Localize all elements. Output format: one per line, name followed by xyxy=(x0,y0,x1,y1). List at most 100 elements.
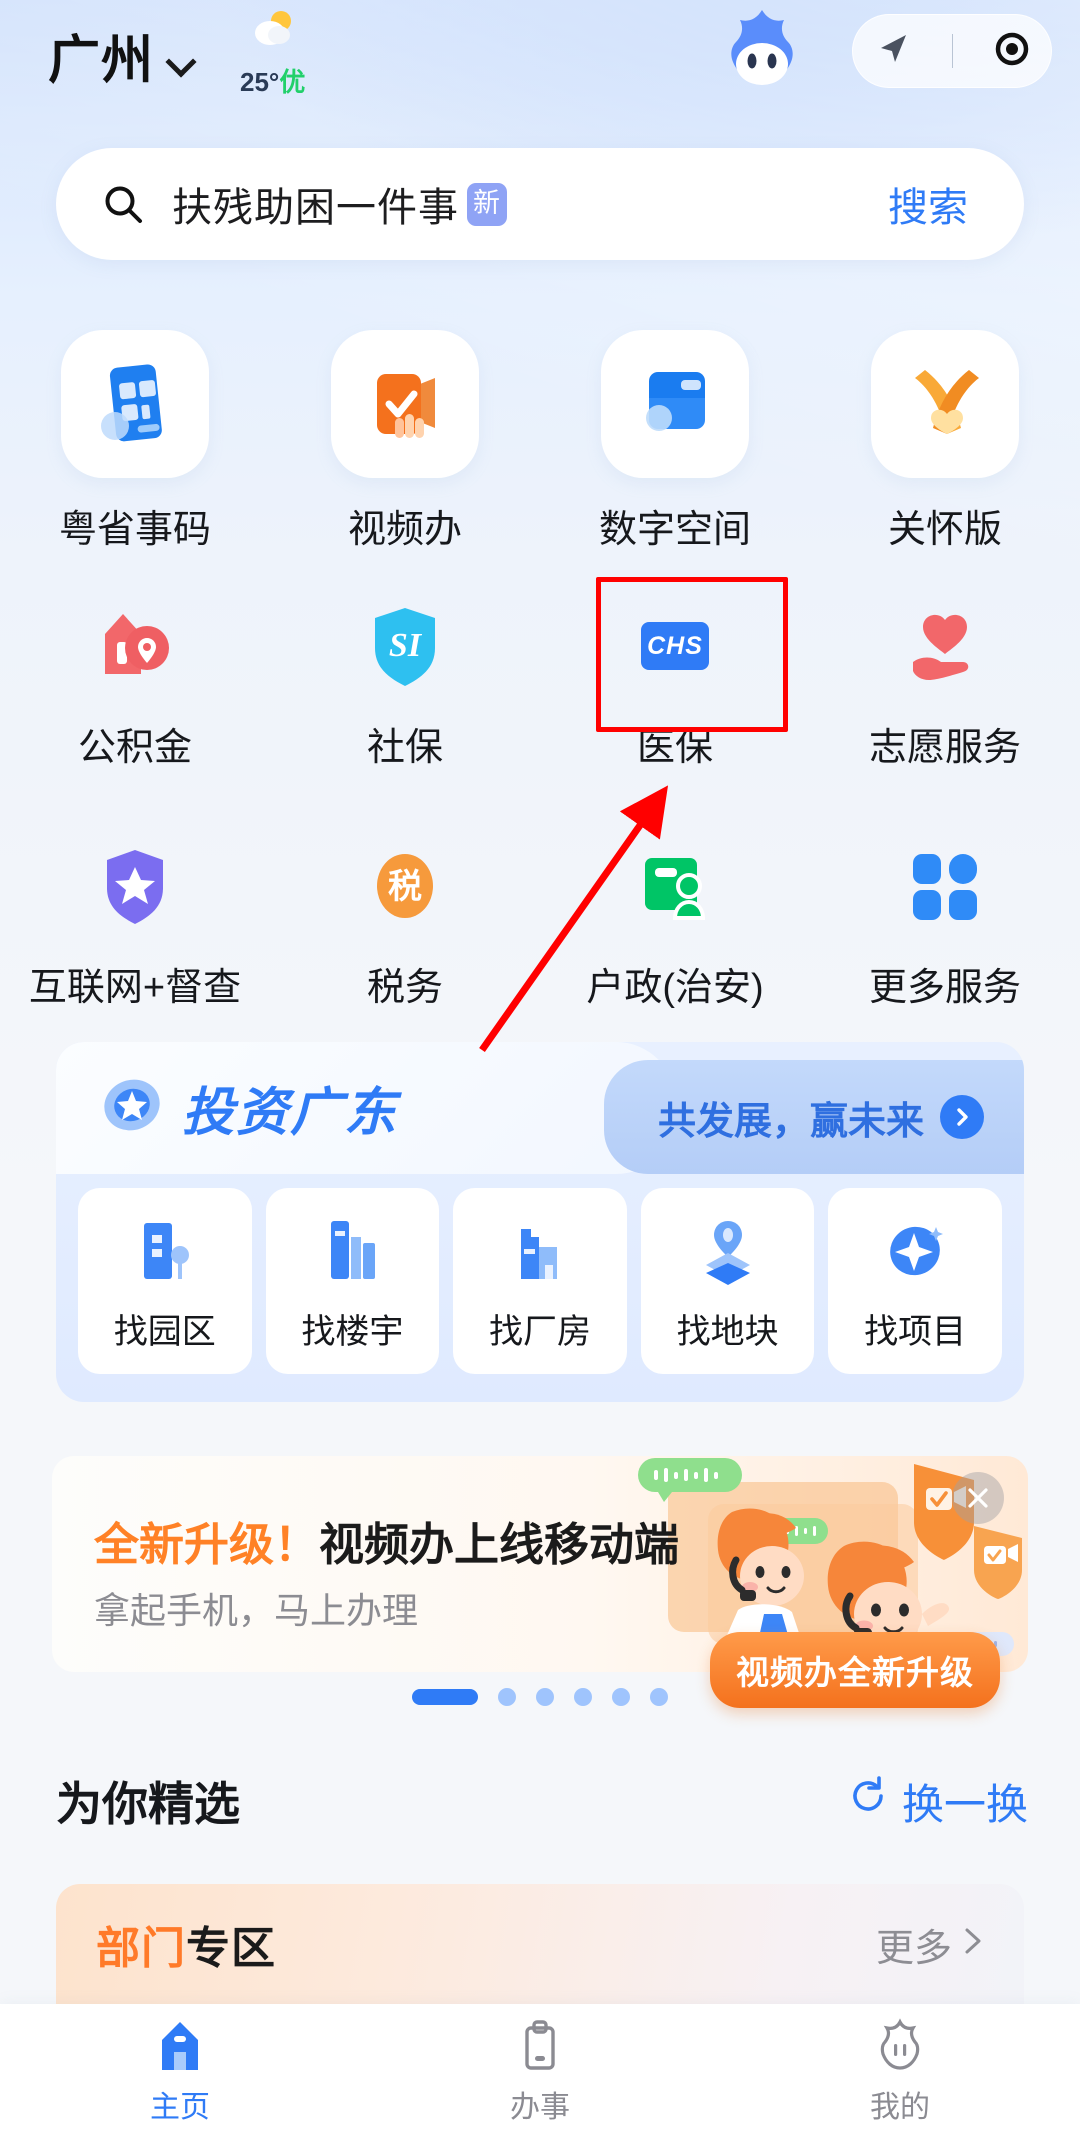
invest-cta-button[interactable]: 共发展，赢未来 xyxy=(604,1060,1024,1174)
quick-item-video-service[interactable]: 视频办 xyxy=(270,330,540,553)
search-button[interactable]: 搜索 xyxy=(888,175,968,233)
miniprogram-capsule[interactable] xyxy=(852,14,1052,88)
invest-item-factory[interactable]: 找厂房 xyxy=(453,1188,627,1374)
carousel-dot[interactable] xyxy=(498,1688,516,1706)
invest-logo-icon xyxy=(100,1073,164,1142)
quick-item-internet-supervision[interactable]: 互联网+督查 xyxy=(0,815,270,1033)
quick-item-label: 医保 xyxy=(636,726,713,769)
carousel-dot[interactable] xyxy=(536,1688,554,1706)
quick-item-label: 数字空间 xyxy=(598,509,751,551)
invest-item-list: 找园区 找楼宇 找厂房 找地块 找项目 xyxy=(56,1174,1024,1374)
chevron-down-icon xyxy=(168,49,192,73)
quick-item-label: 关怀版 xyxy=(887,509,1002,551)
search-bar[interactable]: 扶残助困一件事 新 搜索 xyxy=(56,148,1024,260)
promo-subtitle: 拿起手机，马上办理 xyxy=(94,1590,419,1631)
quick-item-label: 粤省事码 xyxy=(58,509,211,551)
invest-guangdong-banner[interactable]: 投资广东 共发展，赢未来 找园区 找楼宇 找厂房 找地块 找项目 xyxy=(56,1042,1024,1402)
carousel-dot[interactable] xyxy=(650,1688,668,1706)
quick-grid-row-3: 互联网+督查 税 税务 户政(治安) 更多服务 xyxy=(0,815,1080,1033)
bottom-tab-bar: 主页 办事 我的 xyxy=(0,2004,1080,2142)
target-circle-icon[interactable] xyxy=(992,29,1032,74)
quick-item-more-services[interactable]: 更多服务 xyxy=(810,815,1080,1033)
invest-item-label: 找园区 xyxy=(113,1312,216,1351)
invest-item-label: 找项目 xyxy=(864,1312,967,1351)
land-pin-icon xyxy=(693,1210,763,1294)
purple-star-shield-icon xyxy=(87,838,183,934)
qr-card-icon xyxy=(61,330,209,478)
tab-profile[interactable]: 我的 xyxy=(720,2018,1080,2126)
carousel-dot[interactable] xyxy=(574,1688,592,1706)
carousel-dot[interactable] xyxy=(612,1688,630,1706)
invest-cta-label: 共发展，赢未来 xyxy=(657,1100,924,1143)
promo-banner[interactable]: 全新升级！视频办上线移动端 拿起手机，马上办理 视频办全新升级 xyxy=(52,1456,1028,1708)
quick-item-care-version[interactable]: 关怀版 xyxy=(810,330,1080,553)
promo-badge: 视频办全新升级 xyxy=(710,1632,1000,1708)
capsule-divider xyxy=(951,34,953,68)
office-tower-icon xyxy=(317,1210,387,1294)
invest-item-label: 找厂房 xyxy=(488,1312,591,1351)
search-input[interactable]: 扶残助困一件事 新 xyxy=(172,175,507,233)
department-zone-title: 部门专区 xyxy=(96,1912,276,1976)
close-icon[interactable] xyxy=(952,1472,1004,1524)
invest-item-building[interactable]: 找楼宇 xyxy=(265,1188,440,1374)
invest-banner-title: 投资广东 xyxy=(182,1084,399,1142)
quick-item-label: 公积金 xyxy=(77,726,192,769)
grid-more-icon xyxy=(897,838,993,934)
app-header: 广州 25°优 xyxy=(0,0,1080,110)
invest-item-park[interactable]: 找园区 xyxy=(78,1188,252,1374)
carousel-dot-active[interactable] xyxy=(412,1689,478,1705)
quick-item-household-police[interactable]: 户政(治安) xyxy=(540,815,810,1033)
department-zone-more-label: 更多 xyxy=(875,1927,952,1970)
section-title: 为你精选 xyxy=(56,1778,240,1830)
svg-text:CHS: CHS xyxy=(647,632,703,660)
tab-label: 主页 xyxy=(150,2091,210,2124)
profile-mascot-icon xyxy=(874,2018,926,2074)
park-building-icon xyxy=(130,1210,200,1294)
house-pin-icon xyxy=(87,598,183,694)
aqi-level: 优 xyxy=(279,66,306,97)
blue-folder-icon xyxy=(601,330,749,478)
department-zone-more[interactable]: 更多 xyxy=(876,1917,984,1972)
department-zone-card[interactable]: 部门专区 更多 xyxy=(56,1884,1024,2004)
refresh-button[interactable]: 换一换 xyxy=(846,1771,1028,1832)
quick-item-label: 社保 xyxy=(366,726,443,769)
weather-widget[interactable]: 25°优 xyxy=(240,8,305,99)
tab-services[interactable]: 办事 xyxy=(360,2018,720,2126)
refresh-label: 换一换 xyxy=(901,1780,1028,1828)
weather-readout: 25°优 xyxy=(240,62,305,99)
quick-item-social-security[interactable]: SI 社保 xyxy=(270,575,540,793)
quick-item-medical-insurance[interactable]: CHS 医保 xyxy=(540,575,810,793)
factory-icon xyxy=(505,1210,575,1294)
quick-item-volunteer-service[interactable]: 志愿服务 xyxy=(810,575,1080,793)
mascot-icon[interactable] xyxy=(712,6,812,106)
tab-home[interactable]: 主页 xyxy=(0,2018,360,2126)
refresh-icon xyxy=(846,1774,890,1828)
city-selector[interactable]: 广州 xyxy=(48,18,192,93)
invest-item-land[interactable]: 找地块 xyxy=(640,1188,815,1374)
search-new-badge: 新 xyxy=(467,182,507,226)
quick-item-label: 户政(治安) xyxy=(586,966,764,1009)
clipboard-icon xyxy=(514,2018,566,2074)
invest-item-project[interactable]: 找项目 xyxy=(828,1188,1002,1374)
quick-item-label: 视频办 xyxy=(347,509,462,551)
invest-banner-header: 投资广东 共发展，赢未来 xyxy=(56,1042,1024,1174)
search-keyword: 扶残助困一件事 xyxy=(172,186,459,230)
quick-item-label: 税务 xyxy=(366,966,443,1009)
svg-text:税: 税 xyxy=(388,868,422,906)
sun-behind-cloud-icon xyxy=(240,8,305,60)
heart-hand-icon xyxy=(897,598,993,694)
quick-item-yuesheng-code[interactable]: 粤省事码 xyxy=(0,330,270,553)
quick-item-digital-space[interactable]: 数字空间 xyxy=(540,330,810,553)
quick-item-housing-fund[interactable]: 公积金 xyxy=(0,575,270,793)
quick-item-label: 互联网+督查 xyxy=(28,966,242,1009)
quick-item-tax[interactable]: 税 税务 xyxy=(270,815,540,1033)
temperature-value: 25° xyxy=(240,66,280,97)
search-icon xyxy=(102,183,144,225)
for-you-header: 为你精选 换一换 xyxy=(56,1768,1028,1834)
department-zone-title-black: 专区 xyxy=(186,1924,276,1973)
svg-text:SI: SI xyxy=(389,627,423,664)
tab-label: 我的 xyxy=(870,2091,930,2124)
green-id-card-icon xyxy=(627,838,723,934)
quick-access-grid: 粤省事码 视频办 数字空间 关怀版 公积金 SI 社保 CHS 医保 志愿服务 … xyxy=(0,330,1080,1033)
navigation-arrow-icon[interactable] xyxy=(873,29,913,74)
